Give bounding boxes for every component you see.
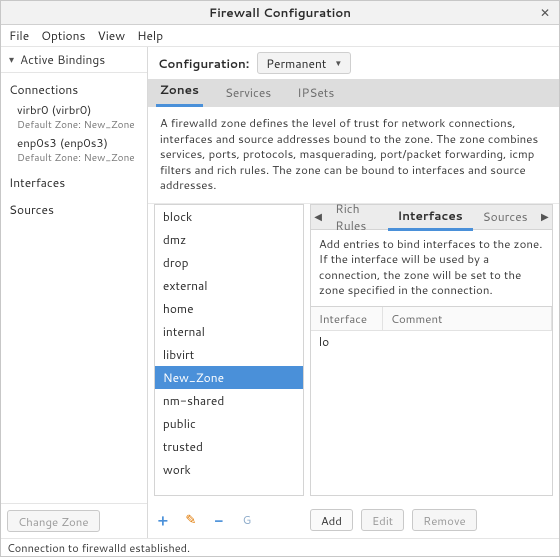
chevron-down-icon: ▼	[334, 57, 342, 69]
tab-zones[interactable]: Zones	[156, 76, 203, 107]
top-tab-strip: Zones Services IPSets	[148, 79, 559, 107]
zone-item[interactable]: home	[155, 297, 303, 320]
menubar: File Options View Help	[1, 25, 559, 47]
zone-item[interactable]: libvirt	[155, 343, 303, 366]
edit-button[interactable]: Edit	[361, 509, 404, 531]
zone-item[interactable]: New_Zone	[155, 366, 303, 389]
zone-toolbar: + ✎ − G	[148, 511, 304, 529]
scroll-left-icon[interactable]: ◀	[311, 210, 325, 224]
tab-ipsets[interactable]: IPSets	[293, 79, 338, 107]
connection-name: enp0s3 (enp0s3)	[17, 134, 147, 151]
zone-item[interactable]: external	[155, 274, 303, 297]
connection-sub: Default Zone: New_Zone	[17, 151, 147, 165]
zone-description: A firewalld zone defines the level of tr…	[148, 107, 559, 204]
chevron-down-icon: ▾	[9, 53, 14, 67]
col-comment[interactable]: Comment	[383, 307, 552, 330]
connection-item[interactable]: enp0s3 (enp0s3) Default Zone: New_Zone	[9, 133, 147, 166]
menu-help[interactable]: Help	[137, 27, 163, 44]
remove-button[interactable]: Remove	[412, 509, 477, 531]
interfaces-body[interactable]: lo	[311, 331, 552, 495]
connection-item[interactable]: virbr0 (virbr0) Default Zone: New_Zone	[9, 100, 147, 133]
configuration-value: Permanent	[266, 55, 326, 72]
subtab-sources[interactable]: Sources	[473, 204, 538, 229]
interfaces-description: Add entries to bind interfaces to the zo…	[310, 230, 553, 306]
zone-item[interactable]: block	[155, 205, 303, 228]
configuration-label: Configuration:	[158, 55, 249, 72]
edit-icon[interactable]: ✎	[182, 511, 200, 529]
connections-heading: Connections	[9, 79, 147, 100]
titlebar: Firewall Configuration ✕	[1, 1, 559, 25]
subtab-interfaces[interactable]: Interfaces	[388, 204, 473, 231]
menu-options[interactable]: Options	[41, 27, 85, 44]
connection-name: virbr0 (virbr0)	[17, 101, 147, 118]
configuration-combo[interactable]: Permanent ▼	[257, 52, 351, 74]
gear-icon[interactable]: G	[238, 511, 256, 529]
interfaces-table: Interface Comment lo	[310, 306, 553, 496]
sidebar-header-label: Active Bindings	[20, 51, 105, 68]
interface-row[interactable]: lo	[311, 331, 552, 352]
sidebar-header[interactable]: ▾ Active Bindings	[1, 47, 147, 73]
zone-item[interactable]: trusted	[155, 435, 303, 458]
window-title: Firewall Configuration	[1, 4, 559, 21]
status-bar: Connection to firewalld established.	[1, 538, 559, 556]
add-button[interactable]: Add	[310, 509, 353, 531]
sub-tab-strip: ◀ Rich Rules Interfaces Sources ▶	[310, 204, 553, 230]
zone-list[interactable]: blockdmzdropexternalhomeinternallibvirtN…	[154, 204, 304, 496]
scroll-right-icon[interactable]: ▶	[538, 210, 552, 224]
col-interface[interactable]: Interface	[311, 307, 383, 330]
interfaces-heading[interactable]: Interfaces	[9, 172, 147, 193]
plus-icon[interactable]: +	[154, 511, 172, 529]
zone-item[interactable]: drop	[155, 251, 303, 274]
zone-item[interactable]: dmz	[155, 228, 303, 251]
zone-item[interactable]: internal	[155, 320, 303, 343]
zone-item[interactable]: public	[155, 412, 303, 435]
zone-item[interactable]: nm-shared	[155, 389, 303, 412]
minus-icon[interactable]: −	[210, 511, 228, 529]
connection-sub: Default Zone: New_Zone	[17, 118, 147, 132]
zone-item[interactable]: work	[155, 458, 303, 481]
menu-file[interactable]: File	[9, 27, 29, 44]
menu-view[interactable]: View	[97, 27, 125, 44]
subtab-rich-rules[interactable]: Rich Rules	[325, 204, 387, 238]
interface-toolbar: Add Edit Remove	[304, 509, 559, 531]
tab-services[interactable]: Services	[221, 79, 275, 107]
main-panel: Configuration: Permanent ▼ Zones Service…	[148, 47, 559, 538]
sidebar: ▾ Active Bindings Connections virbr0 (vi…	[1, 47, 148, 538]
close-icon[interactable]: ✕	[537, 4, 553, 20]
sources-heading[interactable]: Sources	[9, 199, 147, 220]
change-zone-button[interactable]: Change Zone	[7, 510, 100, 532]
